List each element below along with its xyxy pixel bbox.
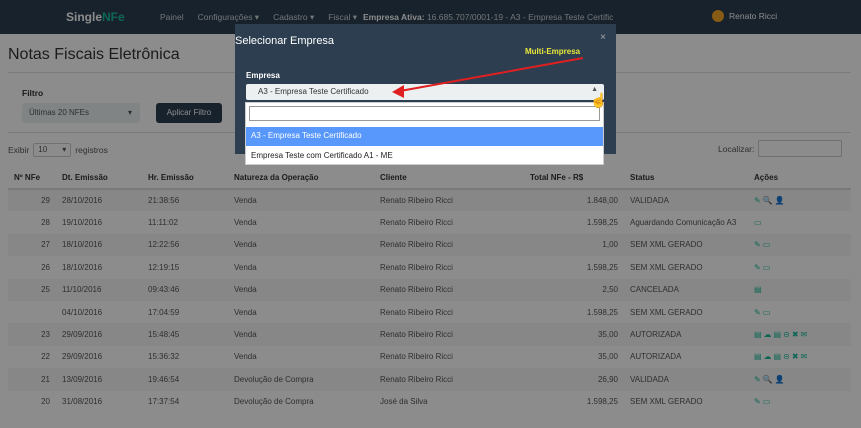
- close-icon[interactable]: ×: [600, 32, 606, 43]
- dropdown-option[interactable]: A3 - Empresa Teste Certificado: [246, 127, 603, 146]
- company-select-value: A3 - Empresa Teste Certificado: [258, 87, 369, 96]
- dropdown-search-input[interactable]: [249, 106, 600, 121]
- modal-title: Selecionar Empresa: [235, 35, 335, 47]
- company-select[interactable]: A3 - Empresa Teste Certificado ▲: [246, 84, 604, 100]
- modal-header: Selecionar Empresa ×: [235, 24, 616, 62]
- hand-cursor-icon: ☝: [590, 92, 608, 108]
- dropdown-option[interactable]: Empresa Teste com Certificado A1 - ME: [246, 147, 603, 166]
- company-dropdown: A3 - Empresa Teste Certificado Empresa T…: [245, 102, 604, 165]
- annotation-label: Multi-Empresa: [525, 47, 581, 56]
- company-field-label: Empresa: [246, 71, 280, 80]
